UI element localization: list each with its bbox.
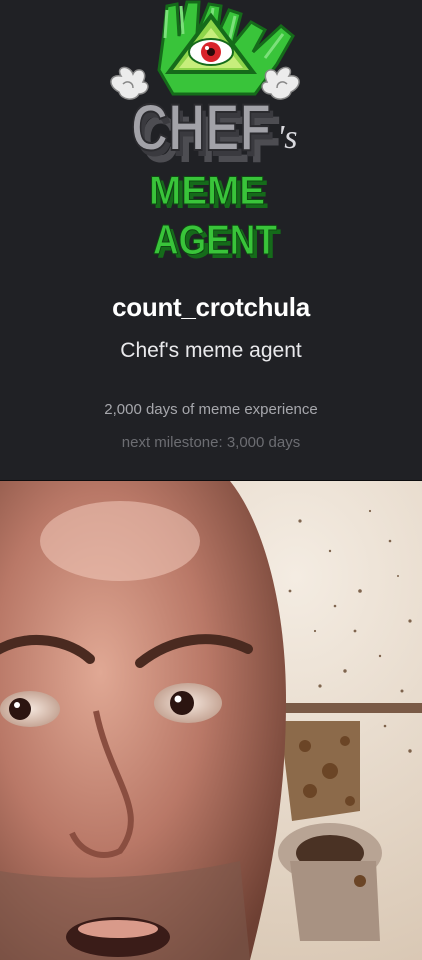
apostrophe-s: 's (277, 119, 298, 156)
meme-agent-page: CHEF CHEF CHEF 's MEME MEME AGENT AGENT … (0, 0, 422, 960)
wing-icon (261, 66, 300, 100)
chefs-meme-agent-logo: CHEF CHEF CHEF 's MEME MEME AGENT AGENT (110, 0, 300, 268)
next-milestone: next milestone: 3,000 days (121, 434, 301, 451)
wing-icon (110, 66, 149, 100)
wall-pipe (278, 703, 422, 713)
svg-text:AGENT: AGENT (153, 216, 277, 263)
agent-word: AGENT AGENT (153, 216, 282, 268)
meme-photo[interactable] (0, 481, 422, 960)
profile-tagline: Chef's meme agent (120, 339, 302, 362)
chef-word: CHEF CHEF CHEF (130, 89, 281, 176)
meme-word: MEME MEME (149, 169, 270, 218)
experience-count: 2,000 days of meme experience (104, 401, 318, 418)
svg-text:MEME: MEME (149, 169, 265, 213)
profile-card: CHEF CHEF CHEF 's MEME MEME AGENT AGENT … (0, 0, 422, 480)
profile-username[interactable]: count_crotchula (0, 292, 422, 323)
svg-text:CHEF: CHEF (131, 90, 271, 164)
